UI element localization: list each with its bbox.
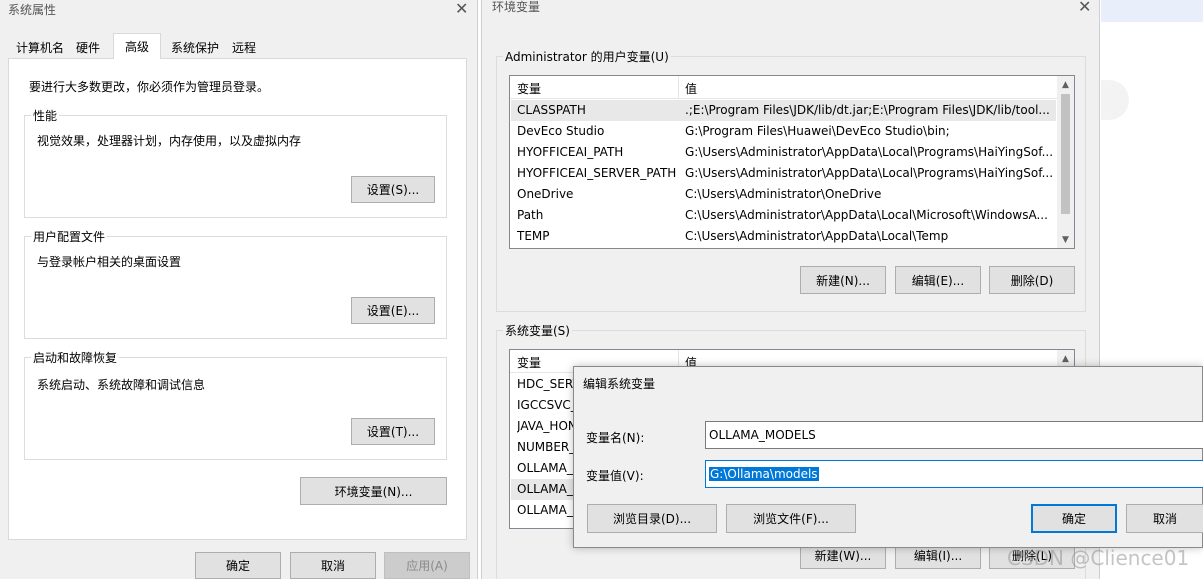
performance-desc: 视觉效果，处理器计划，内存使用，以及虚拟内存 bbox=[37, 134, 302, 148]
system-properties-window: 系统属性 ✕ 计算机名 硬件 高级 系统保护 远程 要进行大多数更改，你必须作为… bbox=[0, 0, 478, 579]
variable-name: OLLAMA_I bbox=[517, 461, 577, 475]
tab-advanced[interactable]: 高级 bbox=[113, 33, 161, 59]
window-title: 系统属性 bbox=[8, 3, 57, 17]
scroll-down-icon[interactable]: ▼ bbox=[1057, 231, 1074, 248]
browse-file-button[interactable]: 浏览文件(F)... bbox=[726, 504, 856, 533]
user-new-button[interactable]: 新建(N)... bbox=[800, 266, 886, 294]
variable-value: G:\Users\Administrator\AppData\Local\Pro… bbox=[685, 145, 1054, 159]
variable-name-text: OLLAMA_MODELS bbox=[709, 428, 816, 442]
variable-name: DevEco Studio bbox=[517, 124, 605, 138]
startup-recovery-settings-button[interactable]: 设置(T)... bbox=[351, 418, 435, 445]
variable-name: JAVA_HON bbox=[517, 419, 577, 433]
background-bar bbox=[1101, 0, 1203, 22]
performance-settings-button[interactable]: 设置(S)... bbox=[351, 176, 435, 203]
column-divider bbox=[678, 76, 679, 98]
tab-remote[interactable]: 远程 bbox=[228, 36, 260, 58]
apply-button[interactable]: 应用(A) bbox=[384, 552, 470, 579]
variable-name: OneDrive bbox=[517, 187, 574, 201]
table-row[interactable]: TEMP C:\Users\Administrator\AppData\Loca… bbox=[511, 226, 1056, 247]
tab-computer-name[interactable]: 计算机名 bbox=[12, 36, 68, 58]
table-row[interactable]: OneDrive C:\Users\Administrator\OneDrive bbox=[511, 184, 1056, 205]
background-pill bbox=[1101, 80, 1129, 120]
vertical-scrollbar[interactable]: ▲ ▼ bbox=[1057, 76, 1074, 248]
table-row[interactable]: CLASSPATH .;E:\Program Files\JDK/lib/dt.… bbox=[511, 100, 1056, 121]
variable-name: HYOFFICEAI_PATH bbox=[517, 145, 624, 159]
variable-value: .;E:\Program Files\JDK/lib/dt.jar;E:\Pro… bbox=[685, 103, 1050, 117]
startup-recovery-desc: 系统启动、系统故障和调试信息 bbox=[37, 378, 206, 392]
user-edit-button[interactable]: 编辑(E)... bbox=[895, 266, 981, 294]
table-row[interactable]: HYOFFICEAI_PATH G:\Users\Administrator\A… bbox=[511, 142, 1056, 163]
variable-name: Path bbox=[517, 208, 544, 222]
environment-variables-button[interactable]: 环境变量(N)... bbox=[300, 477, 447, 505]
close-icon[interactable]: ✕ bbox=[1078, 0, 1091, 15]
variable-value-text: G:\Ollama\models bbox=[709, 467, 819, 481]
variable-name: OLLAMA_I bbox=[517, 482, 577, 496]
startup-recovery-group: 启动和故障恢复 系统启动、系统故障和调试信息 设置(T)... bbox=[24, 349, 447, 460]
variable-name: CLASSPATH bbox=[517, 103, 586, 117]
column-header-value[interactable]: 值 bbox=[685, 80, 697, 97]
variable-name: IGCCSVC_ bbox=[517, 398, 577, 412]
window-title: 环境变量 bbox=[492, 0, 541, 14]
user-profile-group: 用户配置文件 与登录帐户相关的桌面设置 设置(E)... bbox=[24, 228, 447, 339]
scroll-thumb[interactable] bbox=[1061, 94, 1070, 214]
variable-value: C:\Users\Administrator\AppData\Local\Tem… bbox=[685, 229, 949, 243]
system-variables-legend: 系统变量(S) bbox=[503, 322, 572, 339]
user-delete-button[interactable]: 删除(D) bbox=[989, 266, 1075, 294]
table-row[interactable]: Path C:\Users\Administrator\AppData\Loca… bbox=[511, 205, 1056, 226]
cancel-button[interactable]: 取消 bbox=[1126, 504, 1203, 533]
scroll-up-icon[interactable]: ▲ bbox=[1057, 350, 1074, 367]
user-variables-list[interactable]: 变量 值 CLASSPATH .;E:\Program Files\JDK/li… bbox=[509, 75, 1075, 249]
admin-notice: 要进行大多数更改，你必须作为管理员登录。 bbox=[29, 80, 270, 94]
variable-value: G:\Users\Administrator\AppData\Local\Pro… bbox=[685, 166, 1054, 180]
cancel-button[interactable]: 取消 bbox=[290, 552, 376, 579]
watermark: CSDN @Clience01 bbox=[1007, 546, 1190, 570]
variable-name-label: 变量名(N): bbox=[586, 431, 645, 445]
ok-button[interactable]: 确定 bbox=[1031, 504, 1117, 533]
variable-name: HDC_SERV bbox=[517, 377, 581, 391]
edit-system-variable-dialog: 编辑系统变量 变量名(N): OLLAMA_MODELS 变量值(V): G:\… bbox=[573, 366, 1203, 548]
close-icon[interactable]: ✕ bbox=[455, 1, 468, 17]
variable-name: NUMBER_ bbox=[517, 440, 576, 454]
variable-name: TEMP bbox=[517, 229, 550, 243]
user-profile-settings-button[interactable]: 设置(E)... bbox=[351, 297, 435, 324]
performance-legend: 性能 bbox=[31, 107, 60, 124]
tab-hardware[interactable]: 硬件 bbox=[70, 36, 106, 58]
list-header: 变量 值 bbox=[510, 76, 1074, 99]
ok-button[interactable]: 确定 bbox=[195, 552, 281, 579]
table-row[interactable]: DevEco Studio G:\Program Files\Huawei\De… bbox=[511, 121, 1056, 142]
user-profile-desc: 与登录帐户相关的桌面设置 bbox=[37, 255, 182, 269]
column-header-variable[interactable]: 变量 bbox=[517, 354, 541, 371]
user-variables-legend: Administrator 的用户变量(U) bbox=[503, 48, 671, 65]
variable-value: G:\Program Files\Huawei\DevEco Studio\bi… bbox=[685, 124, 950, 138]
variable-name-input[interactable]: OLLAMA_MODELS bbox=[705, 421, 1203, 449]
tab-panel: 要进行大多数更改，你必须作为管理员登录。 性能 视觉效果，处理器计划，内存使用，… bbox=[8, 58, 467, 540]
tab-system-protection[interactable]: 系统保护 bbox=[166, 36, 224, 58]
table-row[interactable]: HYOFFICEAI_SERVER_PATH G:\Users\Administ… bbox=[511, 163, 1056, 184]
dialog-title: 编辑系统变量 bbox=[583, 377, 656, 391]
variable-value-input[interactable]: G:\Ollama\models bbox=[705, 460, 1203, 488]
variable-name: OLLAMA_C bbox=[517, 503, 582, 517]
scroll-up-icon[interactable]: ▲ bbox=[1057, 76, 1074, 93]
user-profile-legend: 用户配置文件 bbox=[31, 228, 108, 245]
startup-recovery-legend: 启动和故障恢复 bbox=[31, 349, 120, 366]
column-header-variable[interactable]: 变量 bbox=[517, 80, 541, 97]
variable-value: C:\Users\Administrator\OneDrive bbox=[685, 187, 882, 201]
variable-value: C:\Users\Administrator\AppData\Local\Mic… bbox=[685, 208, 1048, 222]
browse-directory-button[interactable]: 浏览目录(D)... bbox=[587, 504, 717, 533]
variable-value-label: 变量值(V): bbox=[586, 469, 644, 483]
variable-name: HYOFFICEAI_SERVER_PATH bbox=[517, 166, 677, 180]
performance-group: 性能 视觉效果，处理器计划，内存使用，以及虚拟内存 设置(S)... bbox=[24, 107, 447, 218]
